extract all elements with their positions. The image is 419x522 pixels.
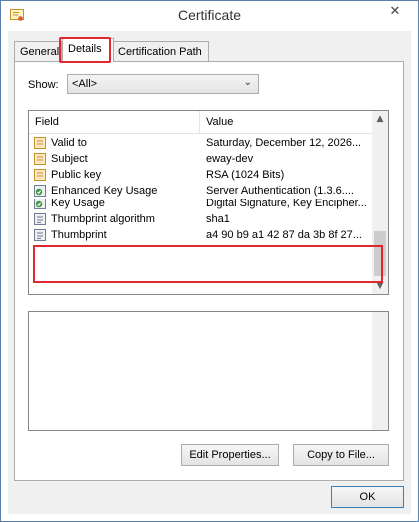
field-name: Thumbprint — [51, 229, 107, 241]
scroll-up-icon[interactable]: ▲ — [372, 111, 388, 127]
certificate-document-icon — [34, 229, 46, 241]
list-row-enhanced-key-usage[interactable]: Enhanced Key Usage Server Authentication… — [29, 183, 373, 199]
list-rows: Valid to Saturday, December 12, 2026... … — [29, 135, 373, 243]
field-name: Key Usage — [51, 199, 105, 209]
field-value: Digital Signature, Key Encipher... — [206, 199, 367, 209]
ok-button[interactable]: OK — [331, 486, 404, 508]
field-name: Thumbprint algorithm — [51, 213, 155, 225]
window-title: Certificate — [177, 7, 242, 23]
field-detail-box[interactable] — [28, 311, 389, 431]
column-header-value[interactable]: Value — [206, 116, 233, 128]
show-dropdown[interactable]: <All> ⌄ — [67, 74, 259, 94]
title-bar[interactable]: Certificate ✕ — [1, 1, 418, 31]
list-header: Field Value — [29, 111, 373, 134]
detail-scrollbar[interactable] — [372, 312, 388, 430]
copy-to-file-button[interactable]: Copy to File... — [293, 444, 389, 466]
tab-certification-path[interactable]: Certification Path — [112, 41, 209, 62]
certificate-document-icon — [34, 213, 46, 225]
tab-general[interactable]: General — [14, 41, 62, 62]
field-value: Server Authentication (1.3.6.... — [206, 185, 354, 197]
certificate-extension-icon — [34, 199, 46, 209]
list-row-public-key[interactable]: Public key RSA (1024 Bits) — [29, 167, 373, 183]
certificate-property-icon — [34, 137, 46, 149]
field-name: Subject — [51, 153, 88, 165]
list-row-thumbprint-algorithm[interactable]: Thumbprint algorithm sha1 — [29, 211, 373, 227]
field-name: Enhanced Key Usage — [51, 185, 158, 197]
field-value: a4 90 b9 a1 42 87 da 3b 8f 27... — [206, 229, 362, 241]
field-value: RSA (1024 Bits) — [206, 169, 285, 181]
column-separator[interactable] — [199, 111, 200, 133]
certificate-property-icon — [34, 153, 46, 165]
list-row-thumbprint[interactable]: Thumbprint a4 90 b9 a1 42 87 da 3b 8f 27… — [29, 227, 373, 243]
list-row-key-usage[interactable]: Key Usage Digital Signature, Key Enciphe… — [29, 199, 373, 211]
field-value: sha1 — [206, 213, 230, 225]
thumbprint-rows-highlight — [33, 245, 383, 283]
field-name: Public key — [51, 169, 102, 181]
chevron-down-icon: ⌄ — [243, 77, 252, 88]
certificate-extension-icon — [34, 185, 46, 197]
close-button[interactable]: ✕ — [378, 2, 412, 22]
list-row-valid-to[interactable]: Valid to Saturday, December 12, 2026... — [29, 135, 373, 151]
show-label: Show: — [28, 79, 59, 91]
certificate-property-icon — [34, 169, 46, 181]
dialog-body: General Details Certification Path Show:… — [8, 31, 411, 514]
column-header-field[interactable]: Field — [35, 116, 59, 128]
close-icon: ✕ — [389, 4, 401, 19]
certificate-window: Certificate ✕ General Details Certificat… — [0, 0, 419, 522]
field-value: Saturday, December 12, 2026... — [206, 137, 362, 149]
field-name: Valid to — [51, 137, 87, 149]
field-value: eway-dev — [206, 153, 254, 165]
list-row-subject[interactable]: Subject eway-dev — [29, 151, 373, 167]
details-tab-highlight — [59, 37, 111, 63]
show-dropdown-value: <All> — [72, 78, 98, 90]
edit-properties-button[interactable]: Edit Properties... — [181, 444, 279, 466]
details-panel: Show: <All> ⌄ Field Value Valid to Satur… — [14, 61, 404, 481]
